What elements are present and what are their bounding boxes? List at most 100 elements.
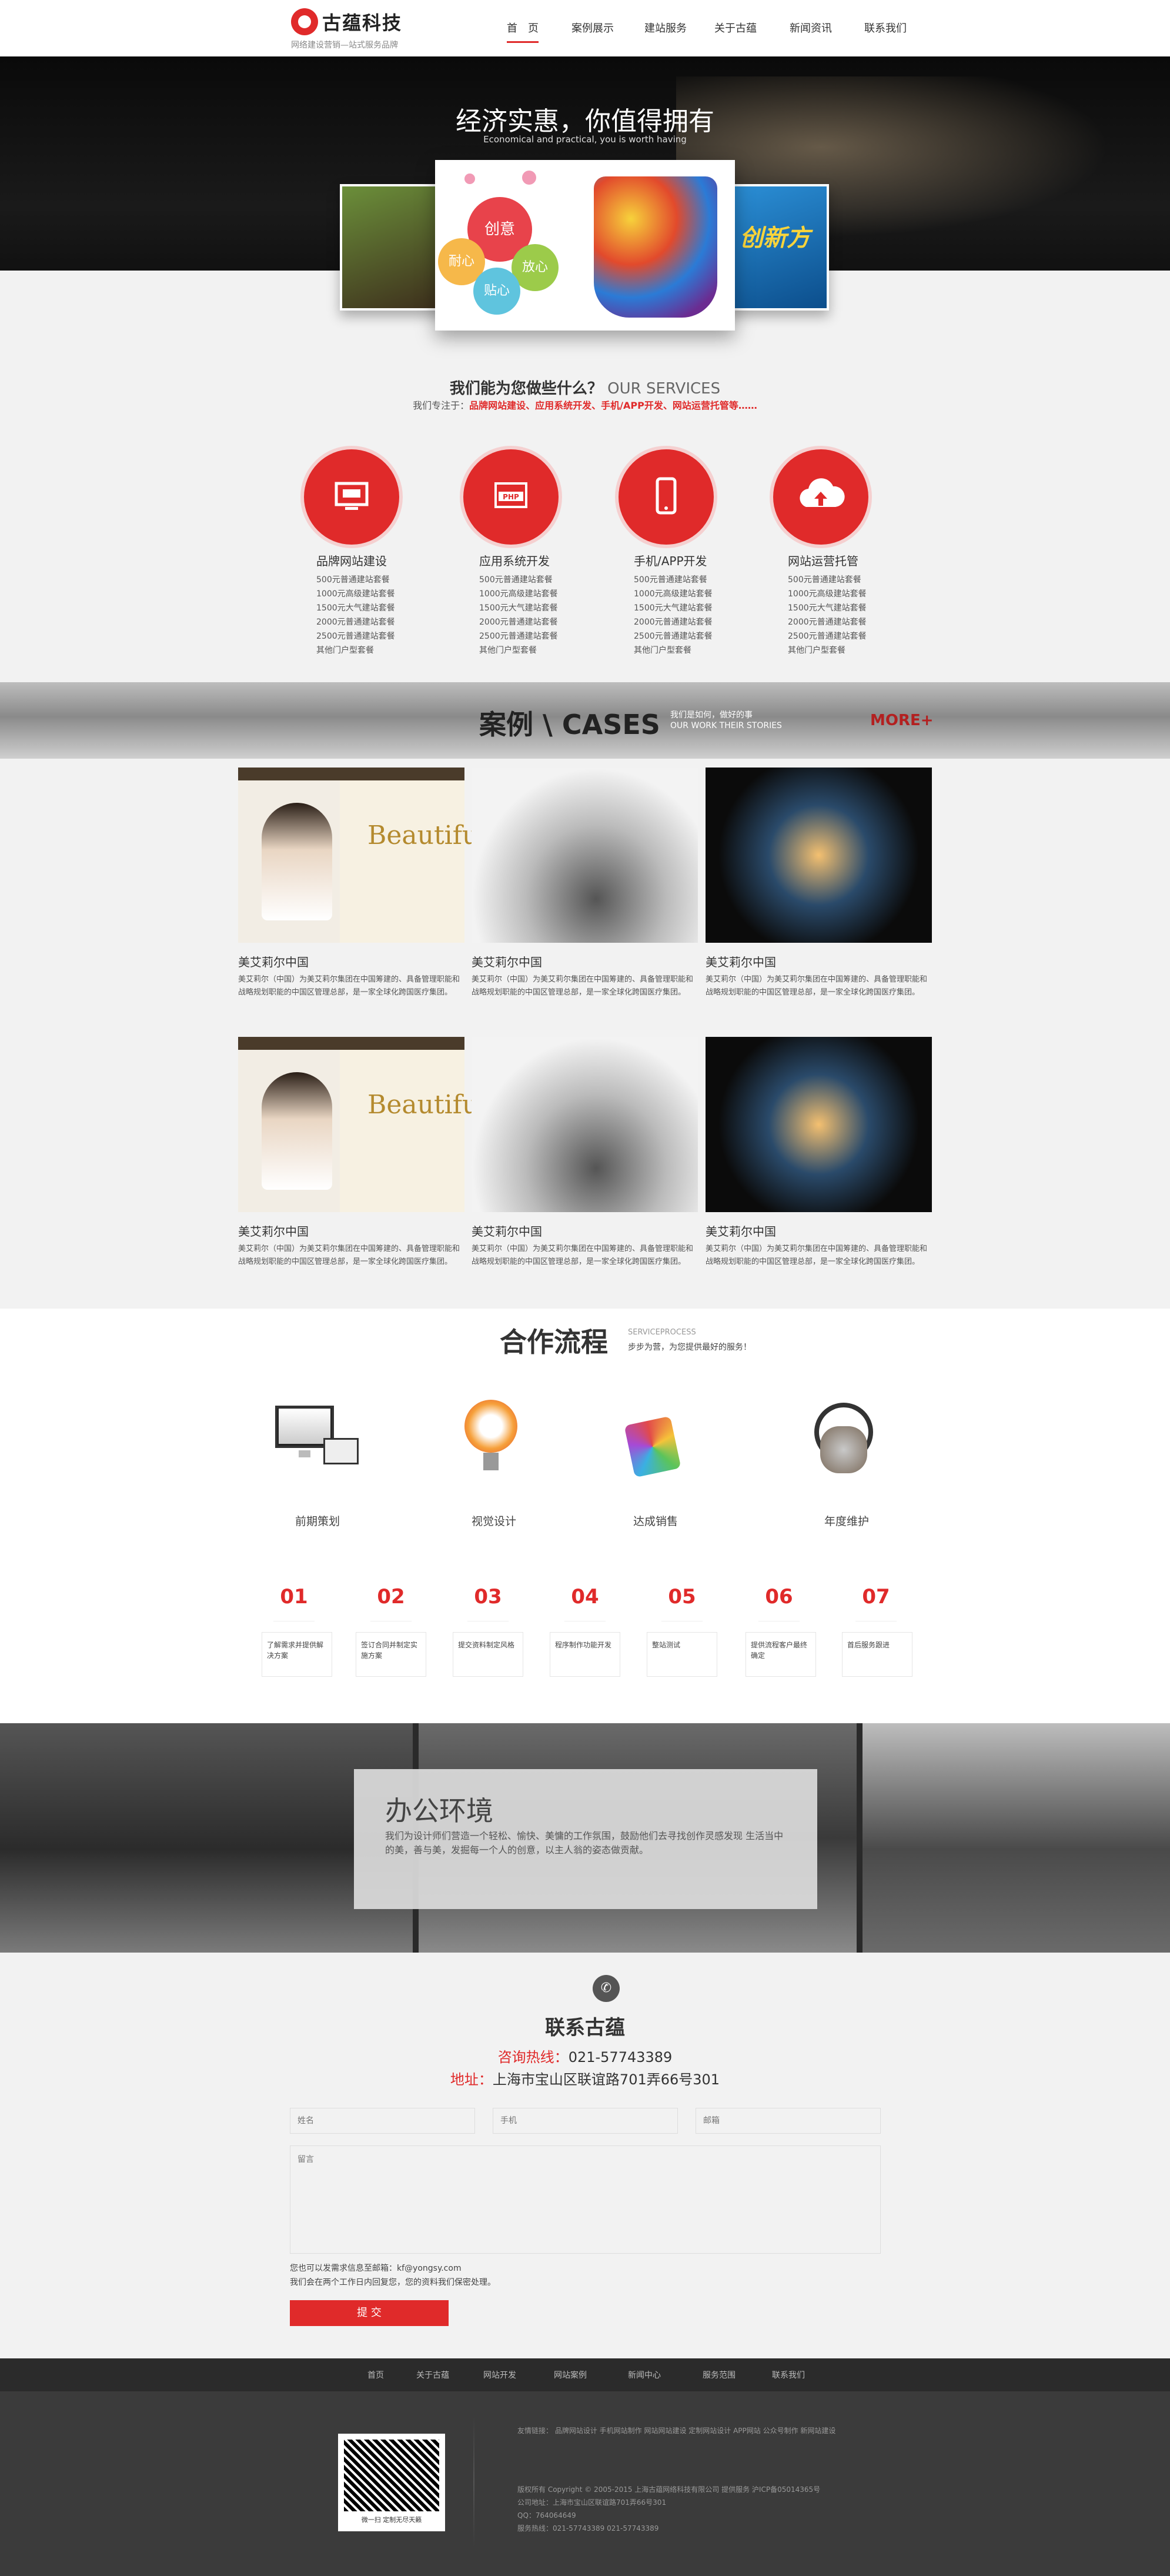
footer-nav-about[interactable]: 关于古蕴 bbox=[416, 2369, 449, 2381]
nav-contact[interactable]: 联系我们 bbox=[864, 20, 907, 35]
service-list-item[interactable]: 1500元大气建站套餐 bbox=[479, 601, 620, 615]
service-list-item[interactable]: 500元普通建站套餐 bbox=[788, 573, 929, 587]
name-input[interactable] bbox=[290, 2108, 475, 2134]
step-number: 04 bbox=[564, 1585, 606, 1621]
service-name-app: 应用系统开发 bbox=[479, 554, 550, 568]
contact-address: 地址：上海市宝山区联谊路701弄66号301 bbox=[0, 2068, 1170, 2088]
case-thumbnail-beautiful[interactable]: Beautiful bbox=[238, 768, 487, 943]
case-desc: 美艾莉尔（中国）为美艾莉尔集团在中国筹建的、具备管理职能和战略规划职能的中国区管… bbox=[706, 1244, 928, 1266]
hotline-label: 咨询热线： bbox=[497, 2049, 569, 2066]
service-list-item[interactable]: 其他门户型套餐 bbox=[479, 643, 620, 658]
service-list-web: 500元普通建站套餐 1000元高级建站套餐 1500元大气建站套餐 2000元普通建… bbox=[316, 573, 457, 658]
cases-slogan-en: OUR WORK THEIR STORIES bbox=[670, 721, 782, 730]
qr-caption: 微一扫 定制无尽天籁 bbox=[361, 2516, 422, 2524]
service-list-item[interactable]: 其他门户型套餐 bbox=[316, 643, 457, 658]
service-list-item[interactable]: 1000元高级建站套餐 bbox=[634, 587, 775, 601]
services-intro-items: 品牌网站建设、应用系统开发、手机/APP开发、网站运营托管等…… bbox=[469, 400, 757, 411]
logo-icon[interactable] bbox=[291, 8, 318, 35]
service-list-item[interactable]: 2000元普通建站套餐 bbox=[479, 615, 620, 629]
phase-label: 前期策划 bbox=[295, 1515, 340, 1528]
step-box: 签订合同并制定实施方案 bbox=[356, 1632, 426, 1677]
phase-label: 达成销售 bbox=[633, 1515, 678, 1528]
services-intro-prefix: 我们专注于： bbox=[413, 400, 470, 411]
footer-nav-dev[interactable]: 网站开发 bbox=[483, 2369, 516, 2381]
mobile-icon bbox=[656, 477, 677, 515]
service-list-item[interactable]: 1500元大气建站套餐 bbox=[788, 601, 929, 615]
service-list-item[interactable]: 1500元大气建站套餐 bbox=[316, 601, 457, 615]
service-list-item[interactable]: 500元普通建站套餐 bbox=[634, 573, 775, 587]
service-list-item[interactable]: 2500元普通建站套餐 bbox=[788, 629, 929, 643]
service-circle-web[interactable] bbox=[304, 449, 399, 545]
service-circle-mobile[interactable] bbox=[619, 449, 714, 545]
service-list-item[interactable]: 其他门户型套餐 bbox=[634, 643, 775, 658]
case-thumbnail-beautiful[interactable]: Beautiful bbox=[238, 1037, 487, 1212]
phone-icon: ✆ bbox=[593, 1975, 620, 2002]
case-thumbnail-ink[interactable] bbox=[472, 1037, 698, 1212]
footer-nav-cases[interactable]: 网站案例 bbox=[554, 2369, 587, 2381]
footer-nav-news[interactable]: 新闻中心 bbox=[628, 2369, 661, 2381]
logo-name[interactable]: 古蕴科技 bbox=[322, 8, 402, 35]
phone-input[interactable] bbox=[493, 2108, 678, 2134]
services-intro: 我们专注于：品牌网站建设、应用系统开发、手机/APP开发、网站运营托管等…… bbox=[0, 398, 1170, 412]
service-list-item[interactable]: 1000元高级建站套餐 bbox=[788, 587, 929, 601]
nav-news[interactable]: 新闻资讯 bbox=[790, 20, 832, 35]
footer-nav-scope[interactable]: 服务范围 bbox=[703, 2369, 736, 2381]
service-list-item[interactable]: 其他门户型套餐 bbox=[788, 643, 929, 658]
service-list-item[interactable]: 2000元普通建站套餐 bbox=[316, 615, 457, 629]
service-list-hosting: 500元普通建站套餐 1000元高级建站套餐 1500元大气建站套餐 2000元普通建… bbox=[788, 573, 929, 658]
case-title[interactable]: 美艾莉尔中国 bbox=[238, 1222, 309, 1239]
service-list-item[interactable]: 2500元普通建站套餐 bbox=[634, 629, 775, 643]
sales-shopping-image bbox=[603, 1397, 708, 1491]
service-list-item[interactable]: 2500元普通建站套餐 bbox=[316, 629, 457, 643]
nav-about[interactable]: 关于古蕴 bbox=[714, 20, 757, 35]
case-title[interactable]: 美艾莉尔中国 bbox=[472, 1222, 542, 1239]
address-text: 上海市宝山区联谊路701弄66号301 bbox=[492, 2071, 720, 2088]
svg-text:PHP: PHP bbox=[503, 493, 519, 501]
service-list-item[interactable]: 1000元高级建站套餐 bbox=[316, 587, 457, 601]
footer-links[interactable]: 友情链接： 品牌网站设计 手机网站制作 网站网站建设 定制网站设计 APP网站 … bbox=[517, 2424, 847, 2437]
case-thumb-text: Beautiful bbox=[367, 1090, 487, 1120]
hotline-number: 021-57743389 bbox=[568, 2049, 673, 2066]
submit-button[interactable]: 提 交 bbox=[290, 2300, 449, 2326]
decor-dot bbox=[522, 171, 536, 185]
service-list-app: 500元普通建站套餐 1000元高级建站套餐 1500元大气建站套餐 2000元普通建… bbox=[479, 573, 620, 658]
email-input[interactable] bbox=[696, 2108, 881, 2134]
step-box: 程序制作功能开发 bbox=[550, 1632, 620, 1677]
qr-code-image bbox=[344, 2440, 439, 2511]
services-title-en: OUR SERVICES bbox=[607, 380, 721, 398]
service-list-item[interactable]: 2000元普通建站套餐 bbox=[788, 615, 929, 629]
footer-nav-home[interactable]: 首页 bbox=[367, 2369, 384, 2381]
message-textarea[interactable] bbox=[290, 2145, 881, 2254]
cases-more-link[interactable]: MORE+ bbox=[870, 712, 934, 729]
service-circle-hosting[interactable] bbox=[773, 449, 868, 545]
service-list-item[interactable]: 500元普通建站套餐 bbox=[479, 573, 620, 587]
case-desc: 美艾莉尔（中国）为美艾莉尔集团在中国筹建的、具备管理职能和战略规划职能的中国区管… bbox=[472, 975, 694, 997]
nav-home[interactable]: 首 页 bbox=[507, 20, 539, 43]
logo-slogan: 网络建设营销—站式服务品牌 bbox=[291, 41, 398, 50]
footer-nav-contact[interactable]: 联系我们 bbox=[772, 2369, 805, 2381]
case-title[interactable]: 美艾莉尔中国 bbox=[706, 1222, 776, 1239]
banner-title: 经济实惠，你值得拥有 bbox=[456, 106, 714, 136]
case-thumbnail-abstract[interactable] bbox=[706, 1037, 932, 1212]
service-list-item[interactable]: 1000元高级建站套餐 bbox=[479, 587, 620, 601]
contact-hotline: 咨询热线：021-57743389 bbox=[0, 2046, 1170, 2066]
service-list-item[interactable]: 2500元普通建站套餐 bbox=[479, 629, 620, 643]
office-text: 我们为设计师们营造一个轻松、愉快、美慵的工作氛围，鼓励他们去寻找创作灵感发现 生… bbox=[385, 1830, 784, 1856]
nav-services[interactable]: 建站服务 bbox=[644, 20, 687, 35]
case-thumbnail-abstract[interactable] bbox=[706, 768, 932, 943]
case-title[interactable]: 美艾莉尔中国 bbox=[238, 953, 309, 970]
service-circle-app[interactable]: PHP bbox=[463, 449, 559, 545]
case-title[interactable]: 美艾莉尔中国 bbox=[472, 953, 542, 970]
nav-cases[interactable]: 案例展示 bbox=[571, 20, 614, 35]
process-subtitle-cn: 步步为营，为您提供最好的服务！ bbox=[628, 1343, 751, 1352]
footer-tel: 服务热线：021-57743389 021-57743389 bbox=[517, 2524, 659, 2532]
case-title[interactable]: 美艾莉尔中国 bbox=[706, 953, 776, 970]
service-list-item[interactable]: 1500元大气建站套餐 bbox=[634, 601, 775, 615]
case-thumbnail-ink[interactable] bbox=[472, 768, 698, 943]
cases-title: 案例 \ CASES bbox=[479, 709, 660, 740]
service-list-item[interactable]: 2000元普通建站套餐 bbox=[634, 615, 775, 629]
cloud-upload-icon bbox=[800, 478, 845, 507]
service-list-item[interactable]: 500元普通建站套餐 bbox=[316, 573, 457, 587]
cases-slogan: 我们是如何，做好的事 OUR WORK THEIR STORIES bbox=[670, 710, 782, 731]
qr-code: 微一扫 定制无尽天籁 bbox=[338, 2434, 445, 2531]
